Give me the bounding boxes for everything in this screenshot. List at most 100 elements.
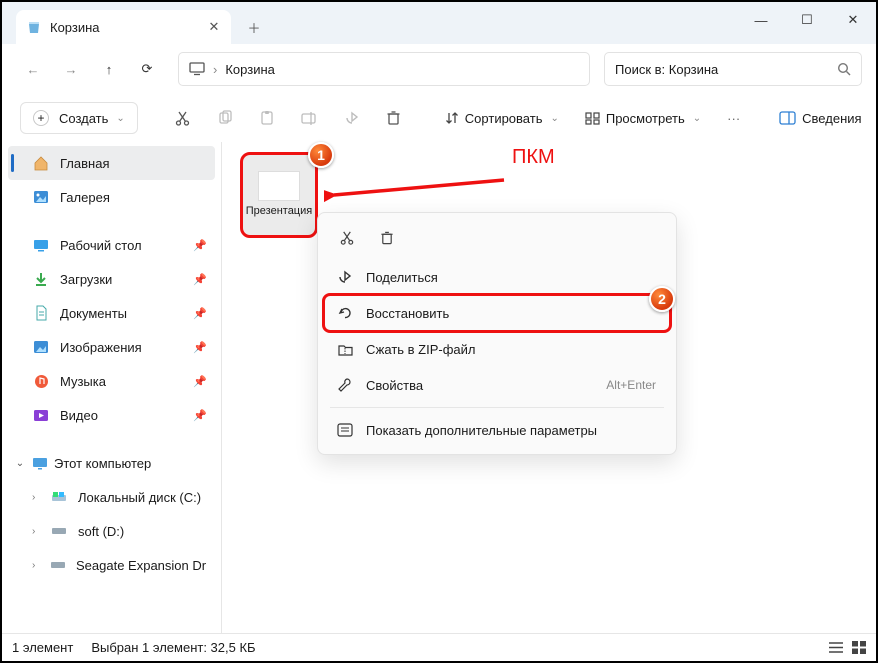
rename-button xyxy=(293,102,326,134)
sidebar-item-desktop[interactable]: Рабочий стол 📌 xyxy=(8,228,215,262)
minimize-button[interactable]: — xyxy=(738,2,784,38)
sidebar-item-video[interactable]: Видео 📌 xyxy=(8,398,215,432)
address-bar[interactable]: › Корзина xyxy=(178,52,590,86)
pin-icon: 📌 xyxy=(193,409,207,422)
create-button[interactable]: + Создать ⌄ xyxy=(20,102,138,134)
sidebar-item-drive-c[interactable]: › Локальный диск (C:) xyxy=(26,480,215,514)
tab-recycle-bin[interactable]: Корзина ✕ xyxy=(16,10,231,44)
view-grid-icon[interactable] xyxy=(852,641,866,654)
chevron-right-icon: › xyxy=(213,62,217,77)
tab-close-button[interactable]: ✕ xyxy=(205,18,223,36)
annotation-arrow xyxy=(324,175,514,205)
sidebar-item-drive-ext[interactable]: › Seagate Expansion Drive (I xyxy=(26,548,215,582)
ctx-item-more-options[interactable]: Показать дополнительные параметры xyxy=(324,412,670,448)
paste-button xyxy=(251,102,283,134)
pc-icon xyxy=(32,457,48,470)
chevron-down-icon: ⌄ xyxy=(14,458,26,469)
ctx-delete-button[interactable] xyxy=(370,223,404,253)
share-button xyxy=(336,102,368,134)
gallery-icon xyxy=(32,190,50,204)
sidebar-item-music[interactable]: Музыка 📌 xyxy=(8,364,215,398)
file-thumbnail xyxy=(258,171,300,201)
up-button[interactable]: ↑ xyxy=(92,52,126,86)
sidebar-group-thispc[interactable]: ⌄ Этот компьютер xyxy=(8,446,215,480)
pin-icon: 📌 xyxy=(193,341,207,354)
annotation-badge-2: 2 xyxy=(649,286,675,312)
sidebar-item-gallery[interactable]: Галерея xyxy=(8,180,215,214)
status-count: 1 элемент xyxy=(12,640,73,655)
file-label: Презентация xyxy=(246,205,312,218)
ctx-cut-button[interactable] xyxy=(330,223,364,253)
refresh-button[interactable]: ⟳ xyxy=(130,52,164,86)
close-button[interactable]: ✕ xyxy=(830,2,876,38)
drive-icon xyxy=(50,491,68,503)
chevron-right-icon: › xyxy=(32,560,35,571)
desktop-icon xyxy=(32,239,50,252)
search-placeholder: Поиск в: Корзина xyxy=(615,62,718,77)
ctx-item-zip[interactable]: Сжать в ZIP-файл xyxy=(324,331,670,367)
file-item-presentation[interactable]: Презентация xyxy=(240,152,318,238)
ctx-item-restore[interactable]: Восстановить xyxy=(324,295,670,331)
sidebar-item-drive-d[interactable]: › soft (D:) xyxy=(26,514,215,548)
forward-button[interactable]: → xyxy=(54,52,88,86)
tab-title: Корзина xyxy=(50,20,100,35)
annotation-badge-1: 1 xyxy=(308,142,334,168)
back-button[interactable]: ← xyxy=(16,52,50,86)
zip-icon xyxy=(336,343,354,356)
sidebar-item-images[interactable]: Изображения 📌 xyxy=(8,330,215,364)
cut-button[interactable] xyxy=(166,102,199,134)
pin-icon: 📌 xyxy=(193,307,207,320)
status-selection: Выбран 1 элемент: 32,5 КБ xyxy=(91,640,255,655)
share-icon xyxy=(336,269,354,285)
chevron-down-icon: ⌄ xyxy=(550,113,558,124)
more-button[interactable]: ··· xyxy=(719,102,748,134)
search-input[interactable]: Поиск в: Корзина xyxy=(604,52,862,86)
images-icon xyxy=(32,340,50,354)
pin-icon: 📌 xyxy=(193,273,207,286)
plus-icon: + xyxy=(33,110,49,126)
drive-icon xyxy=(50,526,68,536)
delete-button[interactable] xyxy=(378,102,409,134)
details-pane-button[interactable]: Сведения xyxy=(768,106,872,131)
search-icon xyxy=(837,62,851,76)
sidebar-item-documents[interactable]: Документы 📌 xyxy=(8,296,215,330)
view-button[interactable]: Просмотреть ⌄ xyxy=(577,102,709,134)
downloads-icon xyxy=(32,272,50,287)
copy-button xyxy=(209,102,241,134)
drive-icon xyxy=(50,560,66,570)
toolbar: + Создать ⌄ Сортировать ⌄ Просмотреть ⌄ … xyxy=(2,94,876,142)
sort-button[interactable]: Сортировать ⌄ xyxy=(437,102,567,134)
view-icon xyxy=(585,112,600,125)
video-icon xyxy=(32,409,50,422)
sidebar: Главная Галерея Рабочий стол 📌 Загрузки … xyxy=(2,142,222,633)
ctx-item-properties[interactable]: Свойства Alt+Enter xyxy=(324,367,670,403)
sidebar-item-home[interactable]: Главная xyxy=(8,146,215,180)
sidebar-item-downloads[interactable]: Загрузки 📌 xyxy=(8,262,215,296)
chevron-right-icon: › xyxy=(32,526,35,537)
monitor-icon xyxy=(189,62,205,76)
recycle-bin-icon xyxy=(26,19,42,35)
maximize-button[interactable]: ☐ xyxy=(784,2,830,38)
tab-bar: Корзина ✕ ＋ — ☐ ✕ xyxy=(2,2,876,44)
new-tab-button[interactable]: ＋ xyxy=(237,10,271,44)
nav-row: ← → ↑ ⟳ › Корзина Поиск в: Корзина xyxy=(2,44,876,94)
music-icon xyxy=(32,374,50,389)
context-menu: Поделиться Восстановить Сжать в ZIP-файл… xyxy=(317,212,677,455)
documents-icon xyxy=(32,305,50,321)
window-controls: — ☐ ✕ xyxy=(738,2,876,38)
pin-icon: 📌 xyxy=(193,239,207,252)
details-icon xyxy=(779,111,796,125)
chevron-down-icon: ⌄ xyxy=(693,113,701,124)
content-area[interactable]: Презентация 1 ПКМ Поделиться Вос xyxy=(222,142,876,633)
status-bar: 1 элемент Выбран 1 элемент: 32,5 КБ xyxy=(2,633,876,661)
chevron-down-icon: ⌄ xyxy=(116,113,124,124)
properties-icon xyxy=(336,377,354,393)
sort-icon xyxy=(445,111,459,125)
restore-icon xyxy=(336,305,354,321)
ctx-item-share[interactable]: Поделиться xyxy=(324,259,670,295)
breadcrumb-location: Корзина xyxy=(225,62,275,77)
explorer-window: Корзина ✕ ＋ — ☐ ✕ ← → ↑ ⟳ › Корзина Поис… xyxy=(0,0,878,663)
more-options-icon xyxy=(336,423,354,437)
annotation-label: ПКМ xyxy=(512,146,555,169)
view-list-icon[interactable] xyxy=(828,641,844,654)
